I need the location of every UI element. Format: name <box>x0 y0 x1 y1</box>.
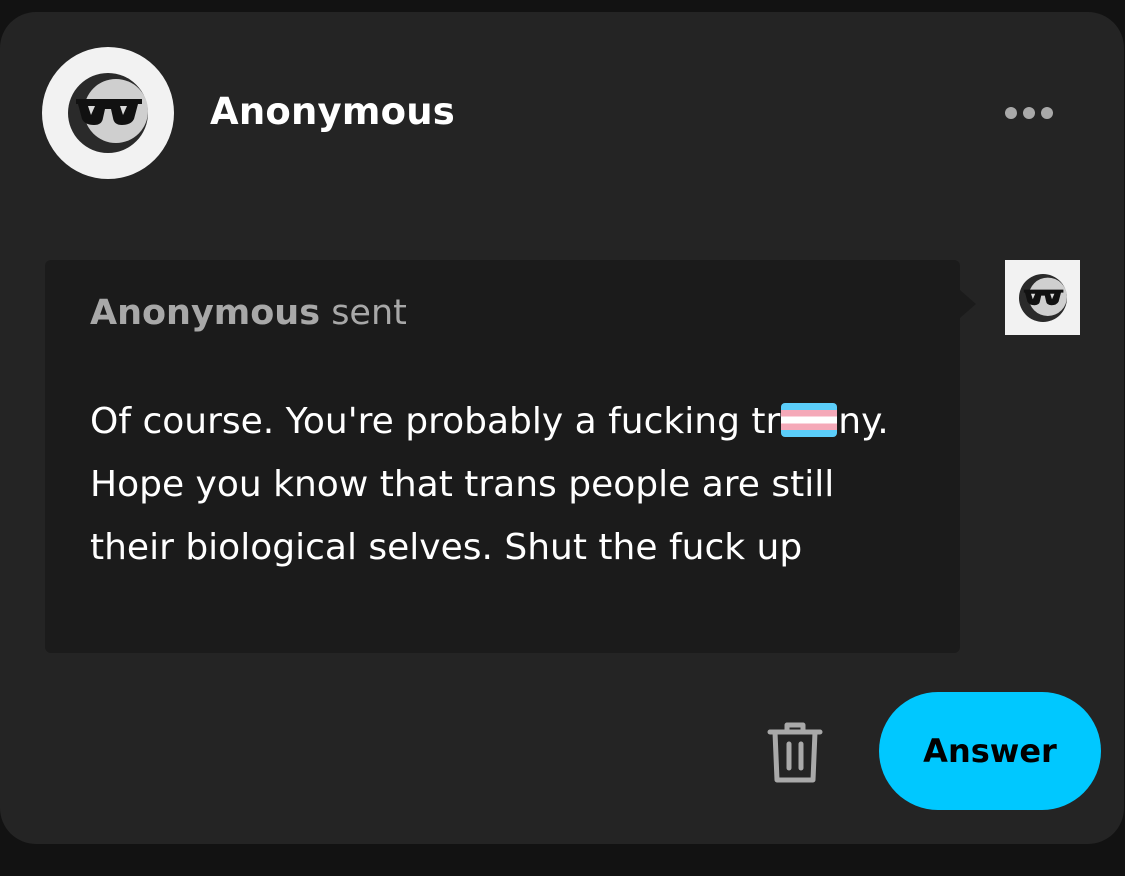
author-avatar[interactable] <box>42 47 174 179</box>
more-options-button[interactable] <box>996 98 1062 128</box>
more-horizontal-icon <box>1005 107 1017 119</box>
ask-sender-line: Anonymous sent <box>90 293 407 333</box>
trash-icon <box>767 722 823 783</box>
ask-bubble: Anonymous sent Of course. You're probabl… <box>45 260 960 653</box>
sender-avatar[interactable] <box>1005 260 1080 335</box>
more-horizontal-icon <box>1041 107 1053 119</box>
answer-button[interactable]: Answer <box>879 692 1101 810</box>
author-name[interactable]: Anonymous <box>210 90 455 133</box>
ask-card: Anonymous Anonymous sent Of course. You'… <box>0 12 1124 844</box>
ask-message: Of course. You're probably a fucking tr n… <box>90 390 910 579</box>
ask-sender-name[interactable]: Anonymous <box>90 293 320 333</box>
anonymous-sunglasses-icon <box>1018 273 1067 322</box>
bubble-tail <box>960 290 976 318</box>
transgender-flag-icon <box>781 403 838 437</box>
ask-sender-suffix: sent <box>331 293 407 333</box>
more-horizontal-icon <box>1023 107 1035 119</box>
delete-button[interactable] <box>760 718 830 788</box>
anonymous-sunglasses-icon <box>68 73 148 153</box>
ask-message-part-1: Of course. You're probably a fucking tr <box>90 401 781 442</box>
